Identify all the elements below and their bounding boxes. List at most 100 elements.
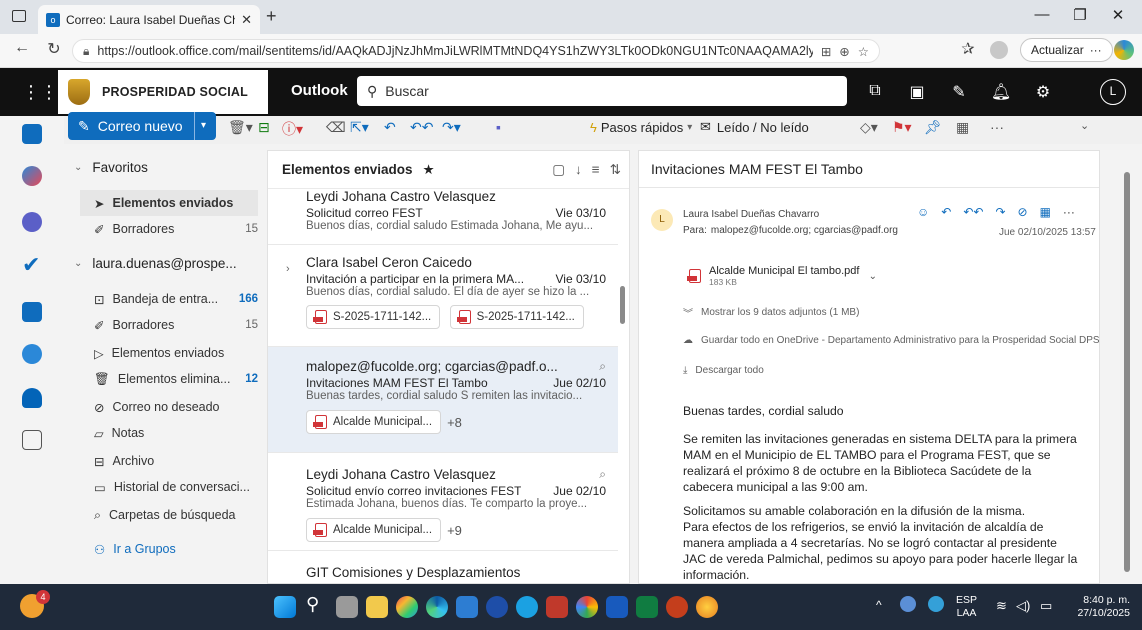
update-button[interactable]: Actualizar ··· — [1020, 38, 1113, 62]
list-item[interactable]: › Clara Isabel Ceron Caicedo Invitación … — [268, 245, 618, 347]
quick-steps-button[interactable]: ϟ Pasos rápidos ▾ — [590, 116, 692, 138]
app-available-icon[interactable]: ⊞ — [821, 44, 831, 59]
attachment-chip[interactable]: S-2025-1711-142... — [449, 305, 584, 329]
browser-tab[interactable]: o Correo: Laura Isabel Dueñas Chav ✕ — [38, 5, 260, 34]
teams-share-icon[interactable]: ▪ — [496, 119, 501, 135]
reply-all-icon[interactable]: ↶↶ — [963, 205, 983, 219]
folder-deleted[interactable]: 🗑︎ Elementos elimina... 12 — [80, 366, 258, 392]
chevron-down-icon[interactable]: ⌄ — [869, 271, 877, 282]
photos-icon[interactable] — [396, 596, 418, 618]
tab-actions-icon[interactable] — [12, 10, 26, 22]
save-to-onedrive[interactable]: ☁ Guardar todo en OneDrive - Departament… — [683, 335, 1099, 346]
store-icon[interactable] — [456, 596, 478, 618]
emoji-icon[interactable]: ☺ — [917, 205, 929, 219]
attachment-chip[interactable]: Alcalde Municipal... — [306, 518, 442, 542]
sweep-icon[interactable]: ⌫ — [326, 119, 346, 136]
sender-avatar[interactable]: L — [651, 209, 673, 231]
favorites-icon[interactable]: ✰ — [958, 39, 978, 59]
word-icon[interactable] — [606, 596, 628, 618]
flag-icon[interactable]: ⚑▾ — [892, 119, 912, 136]
feedback-icon[interactable]: ✎ — [946, 82, 972, 102]
folder-archive[interactable]: ⊟ Archivo — [80, 448, 258, 474]
file-explorer-icon[interactable] — [366, 596, 388, 618]
folder-sent[interactable]: ▷ Elementos enviados — [80, 340, 258, 366]
org-explorer-icon[interactable] — [22, 344, 42, 364]
categorize-icon[interactable]: ◇▾ — [860, 119, 878, 136]
back-icon[interactable]: ← — [12, 39, 32, 57]
battery-icon[interactable]: ▭ — [1040, 598, 1052, 614]
folder-sent-favorite[interactable]: ➤ Elementos enviados — [80, 190, 258, 216]
archive-icon[interactable]: ⊟ — [258, 119, 270, 136]
close-window-icon[interactable]: ✕ — [1100, 6, 1136, 24]
list-item[interactable]: Leydi Johana Castro Velasquez Solicitud … — [268, 189, 618, 245]
read-unread-button[interactable]: ✉ Leído / No leído — [700, 116, 809, 138]
chrome-icon[interactable] — [576, 596, 598, 618]
more-attachments-count[interactable]: +9 — [447, 523, 462, 538]
notifications-icon[interactable]: 🔔︎ — [988, 82, 1014, 102]
reply-icon[interactable]: ↶ — [384, 119, 396, 136]
download-all[interactable]: ⤓ Descargar todo — [683, 365, 764, 376]
list-item[interactable]: Leydi Johana Castro Velasquez ⌕ Solicitud… — [268, 453, 618, 551]
meet-now-icon[interactable]: ⧉ — [862, 82, 888, 100]
start-icon[interactable] — [274, 596, 296, 618]
org-logo[interactable]: PROSPERIDAD SOCIAL — [58, 70, 268, 114]
clock[interactable]: 8:40 p. m. 27/10/2025 — [1068, 594, 1130, 620]
people-app-icon[interactable] — [22, 212, 42, 232]
more-attachments-count[interactable]: +8 — [447, 415, 462, 430]
filter-icon[interactable]: ≡ — [592, 162, 600, 177]
excel-icon[interactable] — [636, 596, 658, 618]
folder-drafts-favorite[interactable]: ✐ Borradores 15 — [80, 216, 258, 242]
minimize-icon[interactable]: — — [1024, 6, 1060, 23]
sender-name[interactable]: Laura Isabel Dueñas Chavarro — [683, 209, 819, 220]
select-icon[interactable]: ▢ — [552, 162, 565, 178]
jump-to-icon[interactable]: ↓ — [575, 162, 582, 177]
forward-icon[interactable]: ↷▾ — [442, 119, 461, 136]
onenote-icon[interactable]: ▣ — [904, 82, 930, 102]
folder-junk[interactable]: ⊘ Correo no deseado — [80, 394, 258, 420]
volume-icon[interactable]: ◁) — [1016, 598, 1030, 614]
taskbar-search-icon[interactable]: ⚲ — [306, 594, 319, 615]
recipients[interactable]: malopez@fucolde.org; cgarcias@padf.org — [711, 225, 898, 236]
more-icon[interactable]: ··· — [1063, 205, 1075, 219]
tray-cloud-icon[interactable] — [928, 596, 944, 612]
onedrive-app-icon[interactable] — [22, 388, 42, 408]
folder-conversation-history[interactable]: ▭ Historial de conversaci... — [80, 474, 258, 500]
pin-icon[interactable]: 📌︎ — [924, 119, 942, 136]
app-icon[interactable] — [696, 596, 718, 618]
new-mail-dropdown-icon[interactable]: ▾ — [193, 112, 206, 140]
wifi-icon[interactable]: ≋ — [996, 598, 1007, 614]
support-icon[interactable] — [516, 596, 538, 618]
report-icon[interactable]: ⓘ▾ — [282, 119, 303, 139]
view-icon[interactable]: ▦ — [956, 119, 969, 136]
app-name[interactable]: Outlook — [291, 82, 348, 99]
sort-icon[interactable]: ⇅ — [610, 162, 621, 178]
folder-inbox[interactable]: ⊡ Bandeja de entra... 166 — [80, 286, 258, 312]
language-indicator[interactable]: ESP LAA — [956, 594, 977, 620]
copilot-icon[interactable] — [1114, 40, 1134, 60]
hp-icon[interactable] — [486, 596, 508, 618]
powerpoint-icon[interactable] — [666, 596, 688, 618]
more-apps-icon[interactable] — [22, 430, 42, 450]
reply-icon[interactable]: ↶ — [941, 205, 951, 219]
profile-icon[interactable] — [990, 41, 1008, 59]
list-scrollbar[interactable] — [620, 286, 625, 324]
search-box[interactable]: ⚲ Buscar — [357, 76, 847, 106]
folder-notes[interactable]: ▱ Notas — [80, 420, 258, 446]
move-to-icon[interactable]: ⇱▾ — [350, 119, 369, 136]
folder-search-folders[interactable]: ⌕ Carpetas de búsqueda — [80, 502, 258, 528]
edge-icon[interactable] — [426, 596, 448, 618]
new-tab-icon[interactable]: + — [266, 6, 277, 27]
show-hidden-icons[interactable]: ^ — [876, 598, 882, 612]
favorites-header[interactable]: ⌄ Favoritos — [74, 160, 148, 175]
save-app-icon[interactable] — [22, 302, 42, 322]
mail-app-icon[interactable] — [22, 124, 42, 144]
close-tab-icon[interactable]: ✕ — [241, 12, 252, 28]
delete-icon[interactable]: 🗑︎▾ — [228, 119, 253, 136]
forward-icon[interactable]: ↷ — [995, 205, 1005, 219]
task-view-icon[interactable] — [336, 596, 358, 618]
account-header[interactable]: ⌄ laura.duenas@prospe... — [74, 256, 264, 271]
list-item[interactable]: GIT Comisiones y Desplazamientos — [268, 551, 618, 583]
expand-thread-icon[interactable]: › — [286, 263, 290, 275]
folder-drafts[interactable]: ✐ Borradores 15 — [80, 312, 258, 338]
todo-app-icon[interactable]: ✔ — [22, 252, 40, 278]
